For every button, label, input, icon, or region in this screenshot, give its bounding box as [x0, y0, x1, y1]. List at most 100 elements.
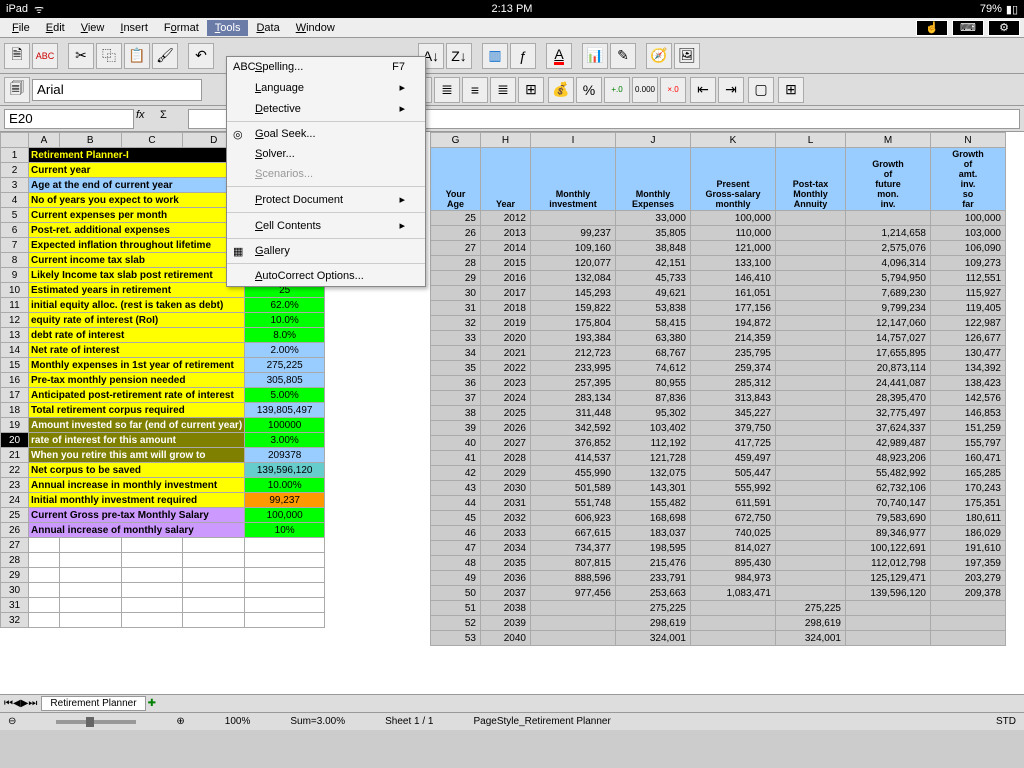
data-cell[interactable]: [776, 406, 846, 421]
data-cell[interactable]: 5,794,950: [846, 271, 931, 286]
param-label[interactable]: Annual increase in monthly investment: [29, 478, 245, 493]
data-cell[interactable]: 672,750: [691, 511, 776, 526]
row-header[interactable]: 11: [1, 298, 29, 313]
data-cell[interactable]: 175,804: [531, 316, 616, 331]
row-header[interactable]: 1: [1, 148, 29, 163]
data-cell[interactable]: 35: [431, 361, 481, 376]
data-cell[interactable]: [531, 211, 616, 226]
data-cell[interactable]: 197,359: [931, 556, 1006, 571]
data-cell[interactable]: 455,990: [531, 466, 616, 481]
data-cell[interactable]: 814,027: [691, 541, 776, 556]
data-cell[interactable]: 298,619: [776, 616, 846, 631]
data-cell[interactable]: [846, 211, 931, 226]
data-cell[interactable]: 2027: [481, 436, 531, 451]
function-wizard-icon[interactable]: fx: [136, 109, 158, 129]
data-cell[interactable]: 233,791: [616, 571, 691, 586]
param-label[interactable]: Initial monthly investment required: [29, 493, 245, 508]
paste-icon[interactable]: 📋: [124, 43, 150, 69]
data-cell[interactable]: 33,000: [616, 211, 691, 226]
grid-icon[interactable]: ⊞: [778, 77, 804, 103]
data-cell[interactable]: 32: [431, 316, 481, 331]
data-cell[interactable]: 28,395,470: [846, 391, 931, 406]
cut-icon[interactable]: ✂: [68, 43, 94, 69]
data-cell[interactable]: 58,415: [616, 316, 691, 331]
row-header[interactable]: 5: [1, 208, 29, 223]
tab-nav-prev[interactable]: ◀: [13, 698, 21, 709]
menu-item-autocorrect-options-[interactable]: AutoCorrect Options...: [227, 266, 425, 286]
menu-insert[interactable]: Insert: [112, 20, 156, 36]
row-header[interactable]: 16: [1, 373, 29, 388]
data-cell[interactable]: 49,621: [616, 286, 691, 301]
data-cell[interactable]: 2022: [481, 361, 531, 376]
data-cell[interactable]: 417,725: [691, 436, 776, 451]
data-cell[interactable]: [776, 361, 846, 376]
data-cell[interactable]: [776, 211, 846, 226]
col-header[interactable]: Growthoffuturemon.inv.: [846, 148, 931, 211]
data-cell[interactable]: 298,619: [616, 616, 691, 631]
row-header[interactable]: 7: [1, 238, 29, 253]
data-cell[interactable]: [691, 601, 776, 616]
data-cell[interactable]: 2021: [481, 346, 531, 361]
menu-data[interactable]: Data: [248, 20, 287, 36]
row-header[interactable]: 23: [1, 478, 29, 493]
data-cell[interactable]: 74,612: [616, 361, 691, 376]
remove-decimal-icon[interactable]: ×.0: [660, 77, 686, 103]
param-value[interactable]: 62.0%: [245, 298, 325, 313]
data-cell[interactable]: 42,151: [616, 256, 691, 271]
gallery-icon[interactable]: 🖼: [674, 43, 700, 69]
data-cell[interactable]: 2036: [481, 571, 531, 586]
data-cell[interactable]: 2024: [481, 391, 531, 406]
data-cell[interactable]: [776, 481, 846, 496]
col-header[interactable]: Monthlyinvestment: [531, 148, 616, 211]
row-header[interactable]: 3: [1, 178, 29, 193]
data-cell[interactable]: 209,378: [931, 586, 1006, 601]
row-header[interactable]: 27: [1, 538, 29, 553]
data-cell[interactable]: [776, 586, 846, 601]
data-cell[interactable]: 26: [431, 226, 481, 241]
copy-icon[interactable]: ⿻: [96, 43, 122, 69]
row-header[interactable]: 20: [1, 433, 29, 448]
data-cell[interactable]: 12,147,060: [846, 316, 931, 331]
data-cell[interactable]: 48,923,206: [846, 451, 931, 466]
data-cell[interactable]: 20,873,114: [846, 361, 931, 376]
row-header[interactable]: 32: [1, 613, 29, 628]
sheet-tab[interactable]: Retirement Planner: [41, 696, 145, 711]
param-label[interactable]: Monthly expenses in 1st year of retireme…: [29, 358, 245, 373]
data-cell[interactable]: 121,000: [691, 241, 776, 256]
menu-item-protect-document[interactable]: Protect Document▸: [227, 189, 425, 210]
tab-nav-next[interactable]: ▶: [21, 698, 29, 709]
data-cell[interactable]: 175,351: [931, 496, 1006, 511]
data-cell[interactable]: 110,000: [691, 226, 776, 241]
keyboard-icon[interactable]: ⌨: [952, 20, 984, 36]
data-cell[interactable]: 145,293: [531, 286, 616, 301]
data-cell[interactable]: 324,001: [616, 631, 691, 646]
data-cell[interactable]: 119,405: [931, 301, 1006, 316]
data-cell[interactable]: 191,610: [931, 541, 1006, 556]
data-cell[interactable]: 1,083,471: [691, 586, 776, 601]
data-cell[interactable]: 212,723: [531, 346, 616, 361]
param-label[interactable]: When you retire this amt will grow to: [29, 448, 245, 463]
param-value[interactable]: 99,237: [245, 493, 325, 508]
row-header[interactable]: 12: [1, 313, 29, 328]
data-cell[interactable]: 62,732,106: [846, 481, 931, 496]
row-header[interactable]: 14: [1, 343, 29, 358]
data-cell[interactable]: 87,836: [616, 391, 691, 406]
decrease-indent-icon[interactable]: ⇤: [690, 77, 716, 103]
row-header[interactable]: 21: [1, 448, 29, 463]
data-cell[interactable]: 186,029: [931, 526, 1006, 541]
data-cell[interactable]: 170,243: [931, 481, 1006, 496]
row-header[interactable]: 2: [1, 163, 29, 178]
data-cell[interactable]: 342,592: [531, 421, 616, 436]
data-cell[interactable]: 126,677: [931, 331, 1006, 346]
data-cell[interactable]: 79,583,690: [846, 511, 931, 526]
data-cell[interactable]: 132,084: [531, 271, 616, 286]
data-cell[interactable]: 115,927: [931, 286, 1006, 301]
tab-nav-first[interactable]: ⏮: [4, 698, 13, 709]
data-cell[interactable]: 2031: [481, 496, 531, 511]
data-cell[interactable]: 2020: [481, 331, 531, 346]
data-cell[interactable]: [931, 631, 1006, 646]
data-cell[interactable]: 53: [431, 631, 481, 646]
data-cell[interactable]: [846, 631, 931, 646]
data-cell[interactable]: 505,447: [691, 466, 776, 481]
menu-edit[interactable]: Edit: [38, 20, 73, 36]
